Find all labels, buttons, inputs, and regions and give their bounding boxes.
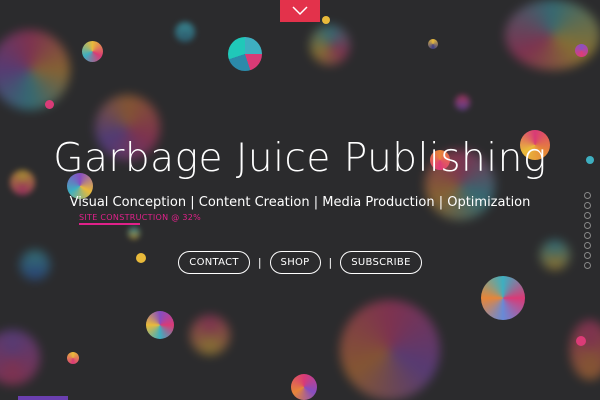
- contact-button[interactable]: CONTACT: [178, 251, 250, 274]
- section-dot[interactable]: [584, 242, 591, 249]
- decorative-bubble: [228, 37, 262, 71]
- subscribe-button[interactable]: SUBSCRIBE: [340, 251, 422, 274]
- decorative-bubble: [322, 16, 330, 24]
- decorative-bubble: [481, 276, 525, 320]
- decorative-bubble: [146, 311, 174, 339]
- decorative-bubble: [340, 300, 440, 400]
- decorative-bubble: [575, 44, 588, 57]
- decorative-bubble: [570, 320, 600, 380]
- nav-separator: |: [257, 256, 262, 269]
- progress-track: [79, 223, 269, 225]
- nav-buttons: CONTACT | SHOP | SUBSCRIBE: [0, 251, 600, 274]
- decorative-bubble: [428, 39, 438, 49]
- menu-toggle-button[interactable]: [280, 0, 320, 22]
- decorative-bubble: [310, 25, 350, 65]
- site-title: Garbage Juice Publishing: [53, 136, 547, 181]
- decorative-bubble: [505, 0, 600, 70]
- tagline: Visual Conception | Content Creation | M…: [69, 195, 531, 210]
- decorative-bubble: [190, 315, 230, 355]
- section-dot[interactable]: [584, 212, 591, 219]
- decorative-bubble: [455, 95, 470, 110]
- decorative-bubble: [0, 30, 70, 110]
- section-dot[interactable]: [584, 232, 591, 239]
- decorative-bubble: [45, 100, 54, 109]
- construction-progress: SITE CONSTRUCTION @ 32%: [79, 213, 269, 225]
- section-dots-nav: [584, 192, 592, 269]
- decorative-bubble: [175, 22, 195, 42]
- corner-thumbnail: [18, 396, 68, 400]
- shop-button[interactable]: SHOP: [269, 251, 321, 274]
- chevron-down-icon: [292, 6, 308, 16]
- section-dot[interactable]: [584, 192, 591, 199]
- progress-label: SITE CONSTRUCTION @ 32%: [79, 213, 202, 222]
- decorative-bubble: [128, 227, 140, 239]
- progress-fill: [79, 223, 140, 225]
- section-dot[interactable]: [584, 252, 591, 259]
- decorative-bubble: [67, 352, 79, 364]
- nav-separator: |: [328, 256, 333, 269]
- section-dot[interactable]: [584, 222, 591, 229]
- section-dot[interactable]: [584, 262, 591, 269]
- decorative-bubble: [291, 374, 317, 400]
- decorative-bubble: [82, 41, 103, 62]
- decorative-bubble: [0, 330, 40, 385]
- decorative-bubble: [576, 336, 586, 346]
- section-dot[interactable]: [584, 202, 591, 209]
